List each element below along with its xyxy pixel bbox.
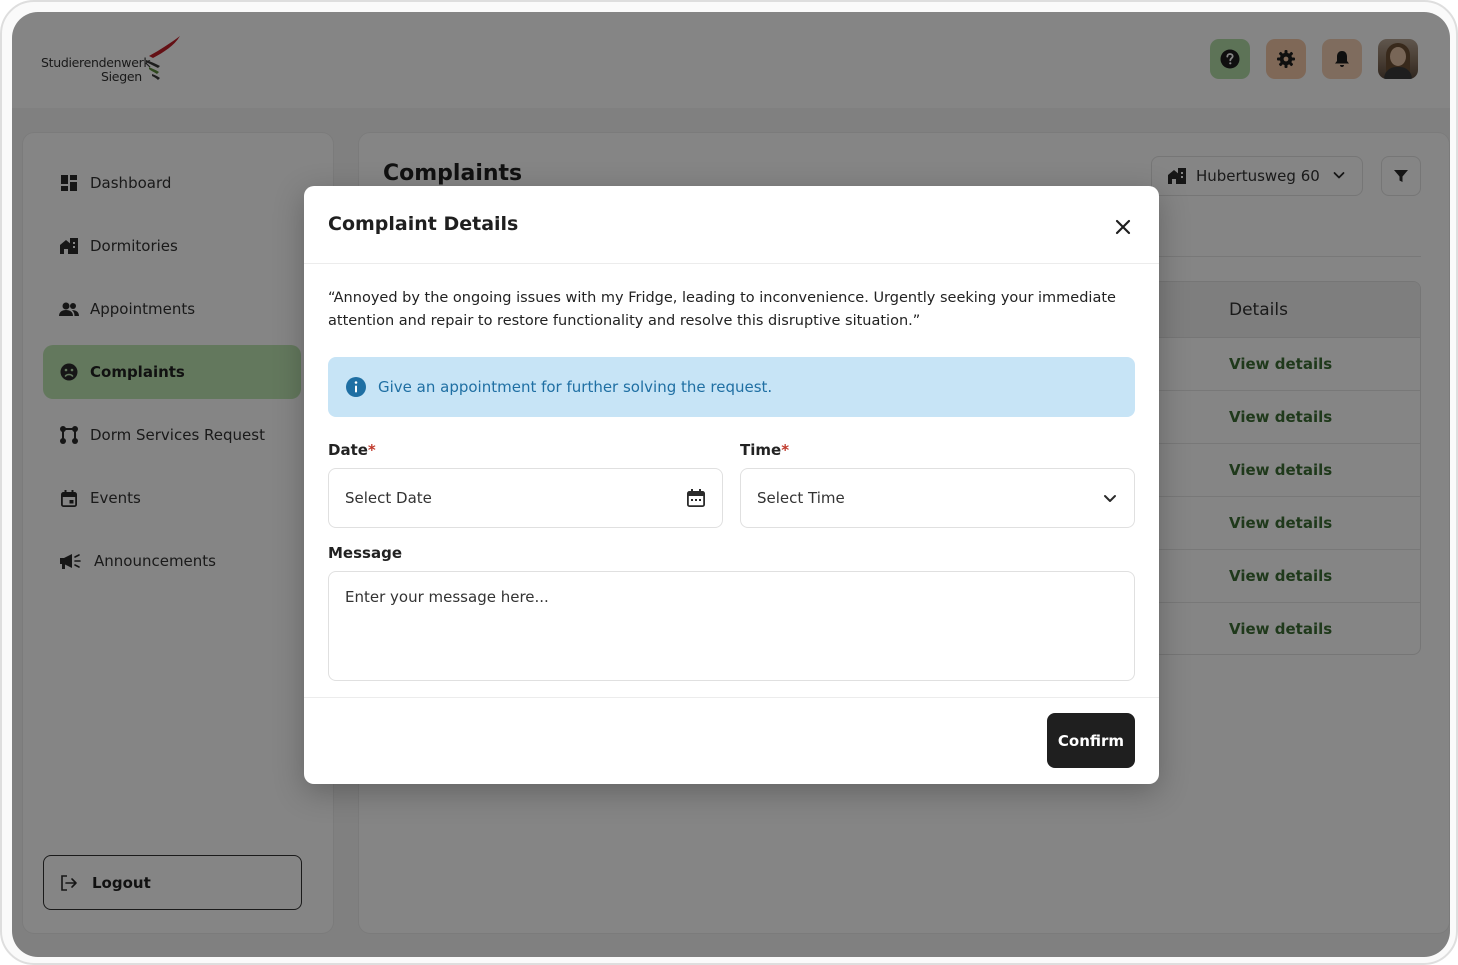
close-button[interactable]	[1110, 214, 1136, 240]
time-placeholder: Select Time	[757, 489, 845, 507]
modal-footer-divider	[304, 697, 1159, 698]
time-select-field[interactable]: Select Time	[740, 468, 1135, 528]
time-label: Time*	[740, 441, 789, 459]
message-placeholder: Enter your message here...	[345, 588, 549, 606]
time-label-text: Time	[740, 441, 782, 459]
complaint-text: “Annoyed by the ongoing issues with my F…	[328, 290, 1116, 329]
message-textarea[interactable]: Enter your message here...	[328, 571, 1135, 681]
modal-divider	[304, 263, 1159, 264]
date-picker-field[interactable]: Select Date	[328, 468, 723, 528]
calendar-icon[interactable]	[686, 488, 706, 508]
date-label-text: Date	[328, 441, 368, 459]
required-marker: *	[781, 441, 790, 459]
info-banner: Give an appointment for further solving …	[328, 357, 1135, 417]
date-placeholder: Select Date	[345, 489, 432, 507]
chevron-down-icon	[1102, 490, 1118, 506]
confirm-button[interactable]: Confirm	[1047, 713, 1135, 768]
required-marker: *	[367, 441, 376, 459]
info-text: Give an appointment for further solving …	[378, 378, 773, 396]
date-label: Date*	[328, 441, 376, 459]
info-icon	[345, 376, 367, 398]
message-label: Message	[328, 544, 402, 562]
modal-title: Complaint Details	[328, 213, 519, 235]
device-frame: Studierendenwerk Siegen Dashboard Dormit…	[0, 0, 1458, 965]
close-icon	[1115, 219, 1131, 235]
complaint-details-modal: Complaint Details “Annoyed by the ongoin…	[304, 186, 1159, 784]
